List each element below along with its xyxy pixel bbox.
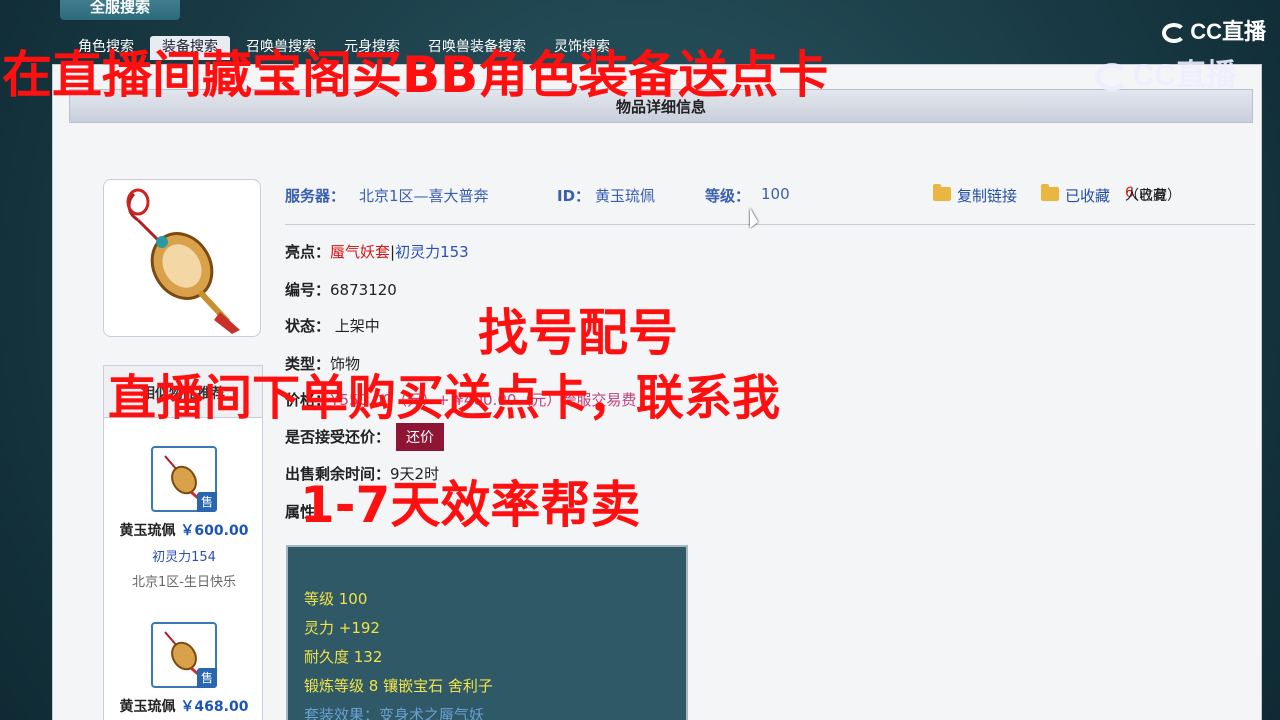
bargain-button[interactable]: 还价 [396, 423, 445, 451]
attr-line-spirit: 灵力 +192 [304, 619, 380, 637]
id-value: 黄玉琉佩 [595, 187, 656, 205]
mouse-cursor-icon [750, 208, 758, 228]
copy-link-icon [933, 184, 951, 201]
jade-pendant-icon [126, 188, 240, 334]
attr-line-level: 等级 100 [304, 590, 368, 608]
attribute-box: 等级 100 灵力 +192 耐久度 132 锻炼等级 8 镶嵌宝石 舍利子 套… [286, 545, 688, 720]
cc-logo-small: CC直播 [1162, 14, 1266, 46]
server-value: 北京1区—喜大普奔 [359, 187, 489, 205]
item-image [103, 179, 261, 337]
item-name-price[interactable]: 黄玉琉佩 ￥468.00 [104, 696, 264, 716]
number-field: 编号：6873120 [285, 281, 397, 299]
cc-logo-icon [1094, 63, 1129, 92]
overlay-promo-line3: 直播间下单购买送点卡，联系我 [108, 370, 781, 426]
level-value: 100 [761, 185, 790, 203]
level-label: 等级： [705, 187, 751, 205]
id-label: ID： [557, 187, 591, 205]
favorite-button[interactable]: 已收藏 [1041, 184, 1110, 205]
copy-link-button[interactable]: 复制链接 [933, 184, 1017, 205]
server-label: 服务器： [285, 187, 346, 205]
sale-badge: 售 [197, 492, 217, 512]
overlay-promo-line1: 在直播间藏宝阁买BB角色装备送点卡 [2, 46, 829, 104]
item-name-price[interactable]: 黄玉琉佩 ￥600.00 [104, 520, 264, 540]
overlay-promo-line2: 找号配号 [478, 304, 678, 362]
attr-line-forge: 锻炼等级 8 镶嵌宝石 舍利子 [304, 677, 493, 695]
item-info-row: 服务器： 北京1区—喜大普奔 ID： 黄玉琉佩 等级： 100 复制链接 已收藏… [285, 184, 1255, 225]
highlight-field: 亮点：蜃气妖套|初灵力153 [285, 243, 469, 261]
status-field: 状态： 上架中 [285, 317, 380, 335]
attr-line-durability: 耐久度 132 [304, 648, 383, 666]
favorite-folder-icon [1041, 184, 1059, 201]
cc-logo-large: CC直播 [1094, 50, 1236, 94]
overlay-promo-line4: 1-7天效率帮卖 [300, 476, 641, 534]
bargain-field: 是否接受还价： 还价 [285, 423, 445, 451]
item-thumbnail[interactable]: 售 [151, 446, 217, 512]
cc-logo-icon [1162, 23, 1187, 44]
attr-line-set-effect: 套装效果：变身术之蜃气妖 [304, 706, 485, 720]
sale-badge: 售 [197, 668, 217, 688]
item-thumbnail[interactable]: 售 [151, 622, 217, 688]
global-search-title[interactable]: 全服搜索 [60, 0, 180, 20]
item-server: 北京1区-生日快乐 [132, 575, 236, 590]
item-attribute: 初灵力154 [152, 550, 216, 565]
list-item[interactable]: 售 黄玉琉佩 ￥468.00 [104, 622, 264, 716]
list-item[interactable]: 售 黄玉琉佩 ￥600.00 初灵力154 北京1区-生日快乐 [104, 446, 264, 590]
